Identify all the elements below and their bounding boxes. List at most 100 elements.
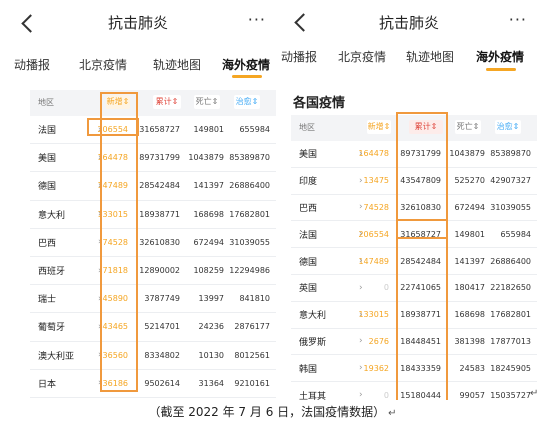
- cell-region: 巴西: [38, 238, 57, 249]
- header-cured-sort[interactable]: 治愈⇕: [495, 120, 521, 134]
- cell-cured: 15035727: [490, 390, 531, 400]
- tab-beijing[interactable]: 北京疫情: [79, 56, 127, 73]
- cell-cured: 9210161: [234, 378, 270, 388]
- header-deaths-sort[interactable]: 死亡⇕: [455, 120, 481, 134]
- section-title: 各国疫情: [293, 96, 346, 111]
- tab-broadcast[interactable]: 动播报: [281, 48, 317, 65]
- cell-new: 71818: [102, 266, 128, 276]
- header-deaths-sort[interactable]: 死亡⇕: [194, 95, 220, 109]
- cell-deaths: 168698: [454, 310, 485, 320]
- cell-region: 土耳其: [299, 391, 327, 400]
- chevron-right-icon: ›: [359, 390, 363, 400]
- table-row[interactable]: 德国 147489 28542484 141397 26886400 ›: [291, 248, 537, 275]
- cell-deaths: 141397: [193, 181, 224, 191]
- paragraph-mark-icon: ↵: [530, 388, 539, 399]
- cell-region: 法国: [299, 230, 318, 241]
- table-row[interactable]: 意大利 133015 18938771 168698 17682801 ›: [291, 301, 537, 329]
- active-tab-indicator: [232, 75, 262, 78]
- cell-total: 3787749: [144, 294, 180, 304]
- cell-cured: 26886400: [229, 181, 270, 191]
- table-row[interactable]: 德国 147489 28542484 141397 26886400 ›: [30, 172, 276, 201]
- header-cured-sort[interactable]: 治愈⇕: [234, 95, 260, 109]
- tab-track-map[interactable]: 轨迹地图: [406, 48, 454, 65]
- cell-new: 164478: [358, 149, 389, 159]
- cell-deaths: 24583: [459, 363, 485, 373]
- cell-deaths: 1043879: [188, 153, 224, 163]
- table-row[interactable]: 美国 164478 89731799 1043879 85389870 ›: [291, 141, 537, 168]
- cell-new: 36560: [102, 350, 128, 360]
- page-title: 抗击肺炎: [378, 14, 439, 32]
- tab-beijing[interactable]: 北京疫情: [338, 48, 386, 65]
- tab-track-map[interactable]: 轨迹地图: [153, 56, 201, 73]
- table-row[interactable]: 法国 206554 31658727 149801 655984 ›: [30, 116, 276, 145]
- header-region: 地区: [299, 123, 315, 132]
- cell-cured: 85389870: [229, 153, 270, 163]
- cell-new: 164478: [97, 153, 128, 163]
- cell-total: 22741065: [400, 283, 441, 293]
- cell-deaths: 141397: [454, 256, 485, 266]
- chevron-right-icon: ›: [359, 229, 363, 240]
- cell-new: 13475: [363, 176, 389, 186]
- cell-deaths: 99057: [459, 390, 485, 400]
- table-row[interactable]: 印度 13475 43547809 525270 42907327 ›: [291, 167, 537, 195]
- cell-total: 5214701: [144, 322, 180, 332]
- chevron-right-icon: ›: [98, 378, 102, 389]
- cell-total: 18938771: [400, 310, 441, 320]
- table-body: 法国 206554 31658727 149801 655984 › 美国 164478 897…: [30, 116, 276, 398]
- table-row[interactable]: 美国 164478 89731799 1043879 85389870 ›: [30, 144, 276, 173]
- cell-region: 日本: [38, 379, 57, 390]
- right-data-table: 地区 新增⇕ 累计⇕ 死亡⇕ 治愈⇕ 美国 164478 89731799 10438…: [291, 115, 537, 400]
- cell-total: 43547809: [400, 176, 441, 186]
- cell-cured: 12294986: [229, 266, 270, 276]
- table-row[interactable]: 日本 36186 9502614 31364 9210161 ›: [30, 369, 276, 398]
- cell-cured: 22182650: [490, 283, 531, 293]
- cell-region: 意大利: [299, 311, 327, 322]
- cell-region: 俄罗斯: [299, 337, 327, 348]
- cell-region: 意大利: [38, 210, 66, 221]
- cell-total: 32610830: [139, 237, 180, 247]
- table-row[interactable]: 俄罗斯 2676 18448451 381398 17877013 ›: [291, 328, 537, 356]
- cell-total: 28542484: [400, 256, 441, 266]
- header-total-sort[interactable]: 累计⇕: [409, 120, 443, 134]
- left-tab-bar: 动播报 北京疫情 轨迹地图 海外疫情: [0, 52, 276, 78]
- table-row[interactable]: 英国 0 22741065 180417 22182650 ›: [291, 274, 537, 302]
- tab-broadcast[interactable]: 动播报: [14, 56, 50, 73]
- cell-deaths: 10130: [198, 350, 224, 360]
- header-new-sort[interactable]: 新增⇕: [367, 120, 391, 134]
- cell-total: 18448451: [400, 336, 441, 346]
- cell-cured: 31039055: [229, 237, 270, 247]
- cell-region: 法国: [38, 126, 57, 137]
- cell-region: 美国: [38, 154, 57, 165]
- table-row[interactable]: 土耳其 0 15180444 99057 15035727 ›: [291, 382, 537, 400]
- table-row[interactable]: 西班牙 71818 12890002 108259 12294986 ›: [30, 256, 276, 286]
- chevron-right-icon: ›: [98, 180, 102, 191]
- table-row[interactable]: 澳大利亚 36560 8334802 10130 8012561 ›: [30, 341, 276, 370]
- cell-region: 西班牙: [38, 267, 66, 278]
- table-row[interactable]: 葡萄牙 43465 5214701 24236 2876177 ›: [30, 313, 276, 342]
- cell-deaths: 381398: [454, 336, 485, 346]
- header-deaths-label: 死亡: [195, 97, 212, 106]
- header-total-sort[interactable]: 累计⇕: [153, 95, 181, 109]
- chevron-right-icon: ›: [359, 282, 363, 293]
- tab-overseas[interactable]: 海外疫情: [222, 56, 270, 73]
- table-row[interactable]: 巴西 74528 32610830 672494 31039055 ›: [30, 228, 276, 257]
- table-row[interactable]: 法国 206554 31658727 149801 655984 ›: [291, 221, 537, 249]
- table-row[interactable]: 瑞士 45890 3787749 13997 841810 ›: [30, 285, 276, 314]
- cell-region: 瑞士: [38, 295, 57, 306]
- left-data-table: 地区 新增⇕ 累计⇕ 死亡⇕ 治愈⇕ 法国 206554 31658727 14980…: [30, 90, 276, 398]
- page-title: 抗击肺炎: [107, 14, 168, 32]
- table-row[interactable]: 韩国 19362 18433359 24583 18245905 ›: [291, 355, 537, 383]
- tab-overseas[interactable]: 海外疫情: [476, 48, 524, 65]
- cell-new: 43465: [102, 322, 128, 332]
- more-options-icon[interactable]: ···: [248, 10, 266, 29]
- cell-cured: 17877013: [490, 336, 531, 346]
- cell-deaths: 108259: [193, 266, 224, 276]
- chevron-right-icon: ›: [98, 293, 102, 304]
- cell-new: 206554: [97, 125, 128, 135]
- header-new-sort[interactable]: 新增⇕: [106, 95, 130, 109]
- chevron-right-icon: ›: [98, 265, 102, 276]
- more-options-icon[interactable]: ···: [509, 10, 527, 29]
- table-row[interactable]: 意大利 133015 18938771 168698 17682801 ›: [30, 200, 276, 229]
- table-row[interactable]: 巴西 74528 32610830 672494 31039055 ›: [291, 194, 537, 222]
- cell-region: 巴西: [299, 203, 318, 214]
